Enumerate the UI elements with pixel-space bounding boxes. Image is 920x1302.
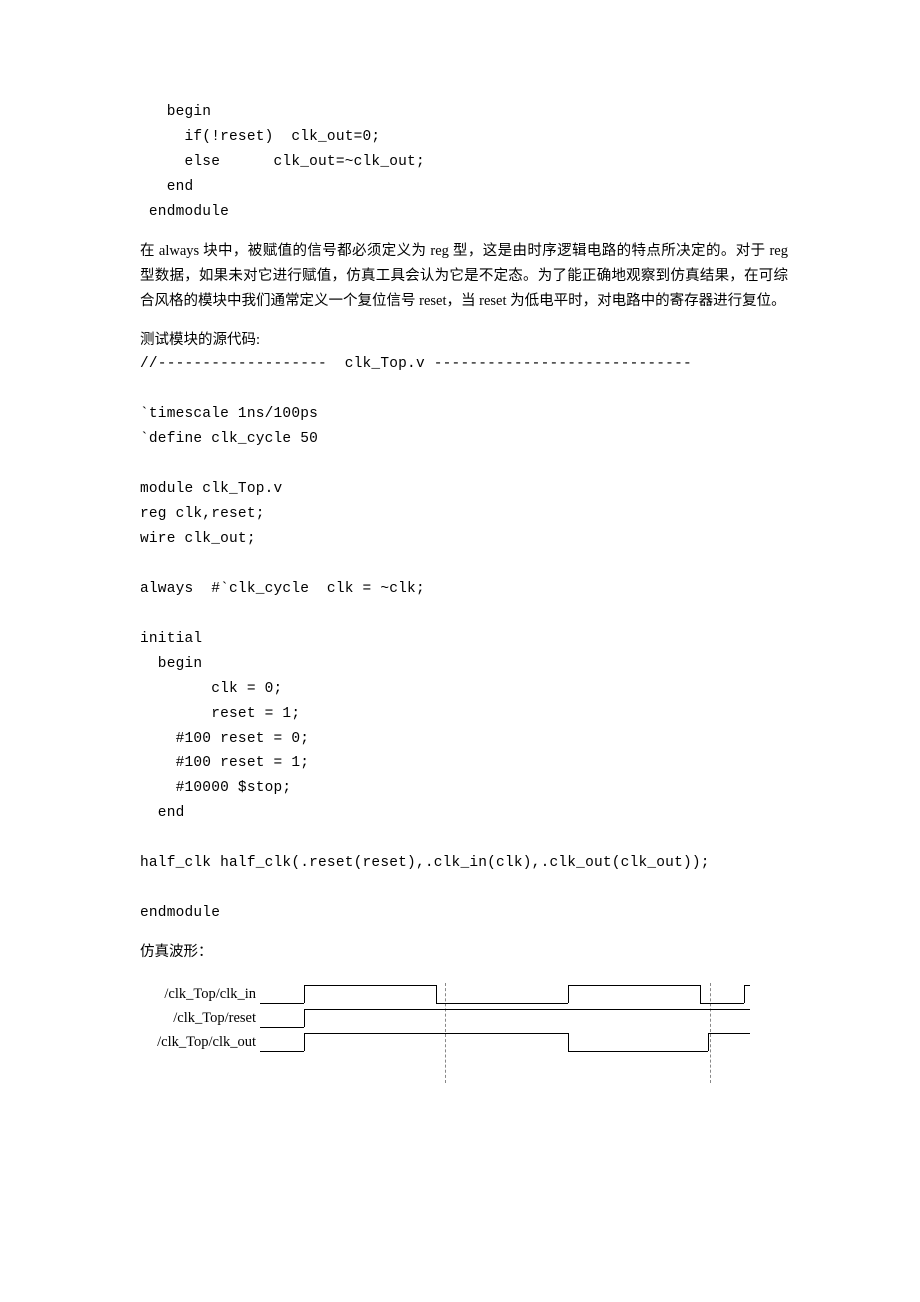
- spacer: [140, 926, 788, 940]
- waveform-signal-clk-in: [260, 983, 750, 1007]
- paragraph-explanation: 在 always 块中，被赋值的信号都必须定义为 reg 型，这是由时序逻辑电路…: [140, 239, 788, 314]
- waveform-diagram: /clk_Top/clk_in /clk_Top/reset: [136, 983, 750, 1083]
- waveform-signal-clk-out: [260, 1031, 750, 1055]
- waveform-label-clk-out: /clk_Top/clk_out: [136, 1030, 260, 1055]
- spacer: [140, 314, 788, 328]
- waveform-signal-reset: [260, 1007, 750, 1031]
- code-block-module: begin if(!reset) clk_out=0; else clk_out…: [140, 100, 788, 225]
- waveform-label-clk-in: /clk_Top/clk_in: [136, 982, 260, 1007]
- spacer: [140, 225, 788, 239]
- code-block-testbench: //------------------- clk_Top.v --------…: [140, 352, 788, 926]
- waveform-label-reset: /clk_Top/reset: [136, 1006, 260, 1031]
- label-waveform: 仿真波形：: [140, 940, 788, 965]
- label-test-source: 测试模块的源代码:: [140, 328, 788, 353]
- spacer: [140, 965, 788, 983]
